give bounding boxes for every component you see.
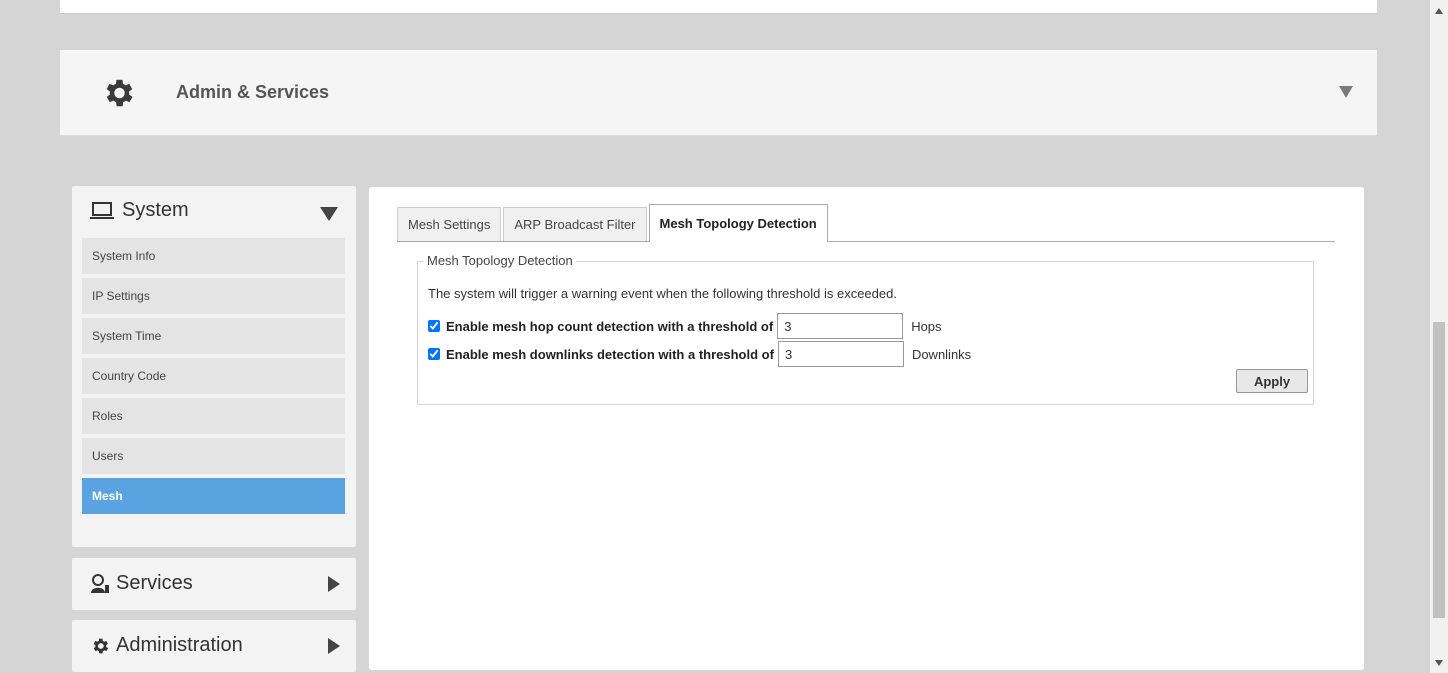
downlinks-threshold-input[interactable] [777,341,904,367]
gear-icon [106,79,133,107]
hop-count-checkbox[interactable] [428,320,440,332]
system-group-header[interactable]: System [90,199,189,222]
tab-mesh-settings[interactable]: Mesh Settings [397,207,502,241]
chevron-right-icon[interactable] [328,576,340,592]
sidebar-group-administration[interactable]: Administration [72,620,356,672]
sidebar-item-ip-settings[interactable]: IP Settings [82,278,345,314]
scroll-down-arrow-icon[interactable] [1435,660,1443,666]
mesh-topology-fieldset: Mesh Topology Detection The system will … [417,253,1314,405]
sidebar-item-users[interactable]: Users [82,438,345,474]
hop-count-label: Enable mesh hop count detection with a t… [446,318,774,334]
downlinks-row: Enable mesh downlinks detection with a t… [428,341,971,367]
tab-arp-broadcast-filter[interactable]: ARP Broadcast Filter [503,207,647,241]
downlinks-label: Enable mesh downlinks detection with a t… [446,346,774,362]
admin-services-header[interactable]: Admin & Services [60,50,1377,136]
fieldset-legend: Mesh Topology Detection [424,253,576,268]
system-nav-list: System Info IP Settings System Time Coun… [82,238,345,518]
page-scrollbar[interactable] [1430,0,1448,673]
sidebar-item-system-time[interactable]: System Time [82,318,345,354]
sidebar-item-mesh[interactable]: Mesh [82,478,345,514]
section-title: Admin & Services [176,82,330,102]
downlinks-unit: Downlinks [911,346,972,362]
chevron-down-icon[interactable] [1339,86,1353,98]
administration-label: Administration [116,634,243,656]
downlinks-checkbox[interactable] [428,348,440,360]
gear-icon [93,638,109,653]
tab-bar: Mesh Settings ARP Broadcast Filter Mesh … [397,203,1335,242]
chevron-right-icon[interactable] [328,638,340,654]
hop-count-row: Enable mesh hop count detection with a t… [428,313,942,339]
scrollbar-thumb[interactable] [1433,322,1445,618]
sidebar-group-services[interactable]: Services [72,558,356,610]
system-group-label: System [122,199,189,221]
form-description: The system will trigger a warning event … [428,286,897,301]
sidebar-item-system-info[interactable]: System Info [82,238,345,274]
services-icon [91,573,109,593]
apply-button[interactable]: Apply [1236,369,1308,393]
sidebar-item-country-code[interactable]: Country Code [82,358,345,394]
hop-count-unit: Hops [911,318,942,334]
tab-mesh-topology-detection[interactable]: Mesh Topology Detection [648,204,828,242]
top-strip [60,0,1377,14]
sidebar-item-roles[interactable]: Roles [82,398,345,434]
chevron-down-icon[interactable] [320,207,338,221]
hop-count-threshold-input[interactable] [777,313,904,339]
laptop-icon [90,201,114,219]
scroll-up-arrow-icon[interactable] [1435,8,1443,14]
services-label: Services [116,572,193,594]
sidebar-system-panel: System System Info IP Settings System Ti… [72,186,356,547]
content-panel: Mesh Settings ARP Broadcast Filter Mesh … [368,186,1365,671]
